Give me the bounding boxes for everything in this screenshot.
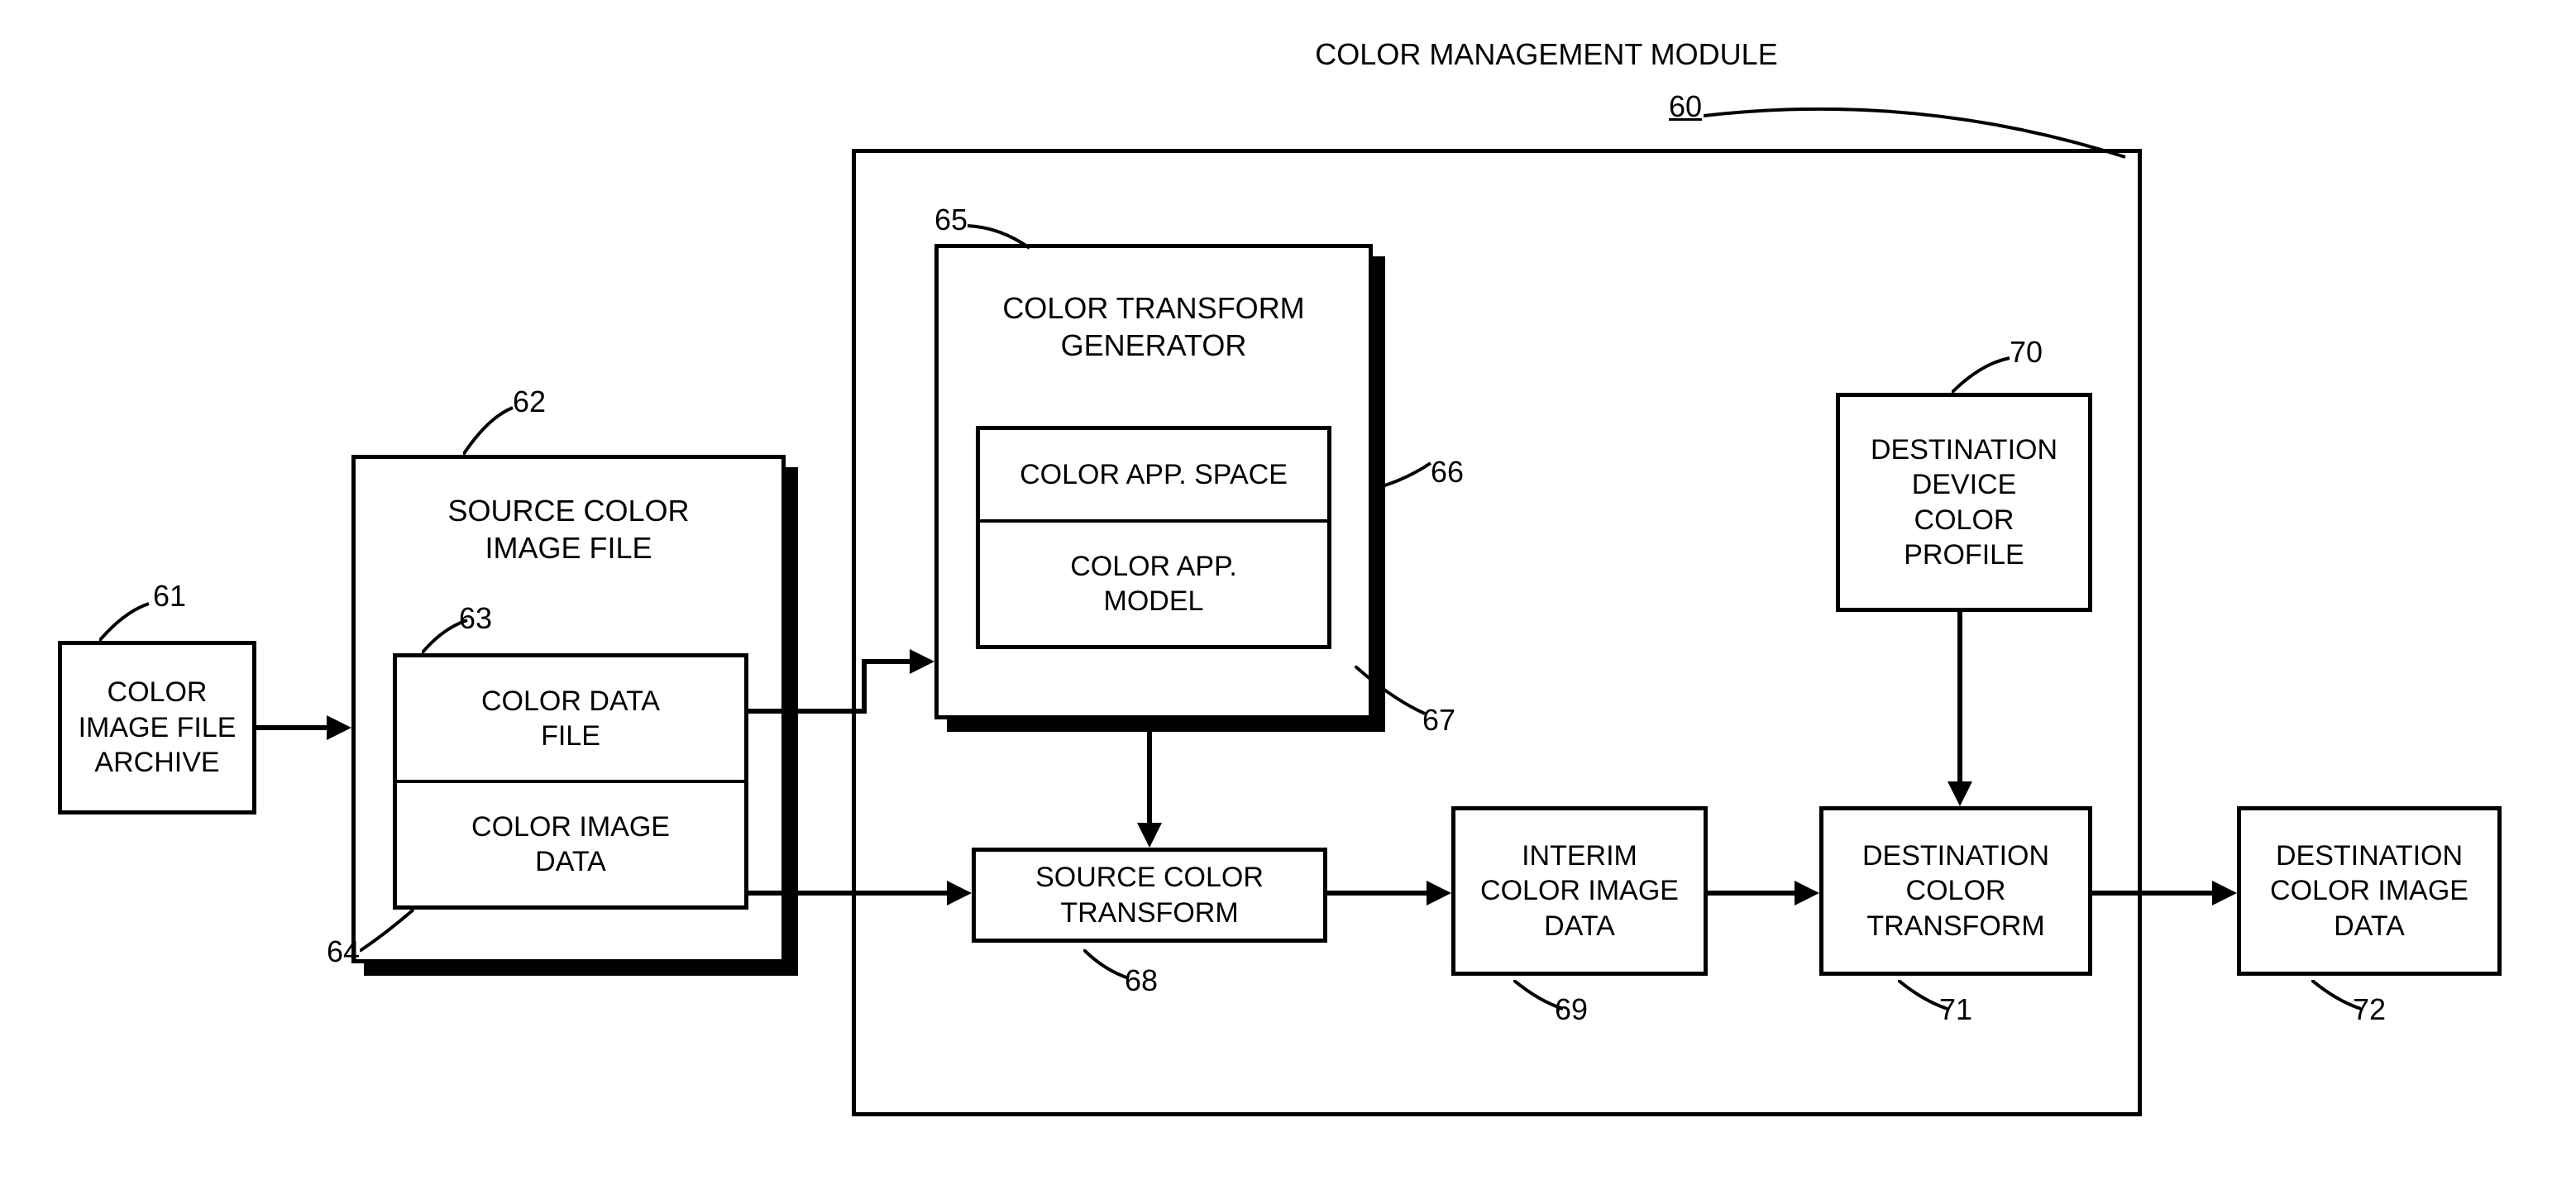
ref-64: 64 <box>327 934 360 969</box>
leader-67 <box>1355 666 1429 724</box>
arrow-63-65 <box>744 637 934 736</box>
leader-69 <box>1513 980 1563 1021</box>
block-source-file: SOURCE COLOR IMAGE FILE 63 COLOR DATA FI… <box>351 455 786 963</box>
ref-70: 70 <box>2010 335 2043 370</box>
leader-63 <box>422 616 471 657</box>
block-dest-image: DESTINATION COLOR IMAGE DATA <box>2237 806 2502 976</box>
arrow-65-68 <box>1133 732 1166 848</box>
dest-transform-label: DESTINATION COLOR TRANSFORM <box>1862 838 2049 944</box>
block-dest-profile: DESTINATION DEVICE COLOR PROFILE <box>1836 393 2092 612</box>
block-generator: COLOR TRANSFORM GENERATOR COLOR APP. SPA… <box>934 244 1373 719</box>
dest-profile-label: DESTINATION DEVICE COLOR PROFILE <box>1871 432 2057 573</box>
interim-label: INTERIM COLOR IMAGE DATA <box>1480 838 1679 944</box>
leader-65 <box>968 219 1034 252</box>
block-color-image-data-src: COLOR IMAGE DATA <box>393 781 748 910</box>
ref-66: 66 <box>1431 455 1464 490</box>
arrow-69-71 <box>1708 877 1819 910</box>
block-dest-transform: DESTINATION COLOR TRANSFORM <box>1819 806 2092 976</box>
source-transform-label: SOURCE COLOR TRANSFORM <box>1035 860 1264 930</box>
source-file-label: SOURCE COLOR IMAGE FILE <box>356 492 781 566</box>
block-color-data-file: COLOR DATA FILE <box>393 653 748 781</box>
color-app-model-label: COLOR APP. MODEL <box>1070 549 1237 619</box>
ref-61: 61 <box>153 579 186 614</box>
color-image-data-src-label: COLOR IMAGE DATA <box>471 810 670 880</box>
ref-65: 65 <box>934 203 968 237</box>
block-color-app-model: COLOR APP. MODEL <box>976 521 1331 649</box>
arrow-61-62 <box>256 711 351 744</box>
arrow-68-69 <box>1327 877 1451 910</box>
leader-66 <box>1377 459 1435 492</box>
dest-image-label: DESTINATION COLOR IMAGE DATA <box>2270 838 2468 944</box>
arrow-64-68 <box>744 877 972 910</box>
arrow-70-71 <box>1943 612 1976 806</box>
leader-72 <box>2311 980 2361 1021</box>
generator-label: COLOR TRANSFORM GENERATOR <box>939 289 1369 364</box>
block-source-transform: SOURCE COLOR TRANSFORM <box>972 848 1327 943</box>
diagram-title: COLOR MANAGEMENT MODULE <box>1290 37 1803 72</box>
block-archive-label: COLOR IMAGE FILE ARCHIVE <box>79 675 237 781</box>
leader-71 <box>1898 980 1948 1021</box>
arrow-71-72 <box>2092 877 2237 910</box>
leader-61 <box>99 595 157 645</box>
leader-70 <box>1952 351 2014 397</box>
leader-68 <box>1083 949 1133 991</box>
block-archive: COLOR IMAGE FILE ARCHIVE <box>58 641 256 815</box>
block-interim: INTERIM COLOR IMAGE DATA <box>1451 806 1708 976</box>
leader-64 <box>360 910 418 959</box>
block-color-app-space: COLOR APP. SPACE <box>976 426 1331 521</box>
color-data-file-label: COLOR DATA FILE <box>481 684 660 754</box>
color-app-space-label: COLOR APP. SPACE <box>1020 457 1288 493</box>
leader-62 <box>463 401 521 459</box>
ref-module: 60 <box>1669 89 1702 124</box>
